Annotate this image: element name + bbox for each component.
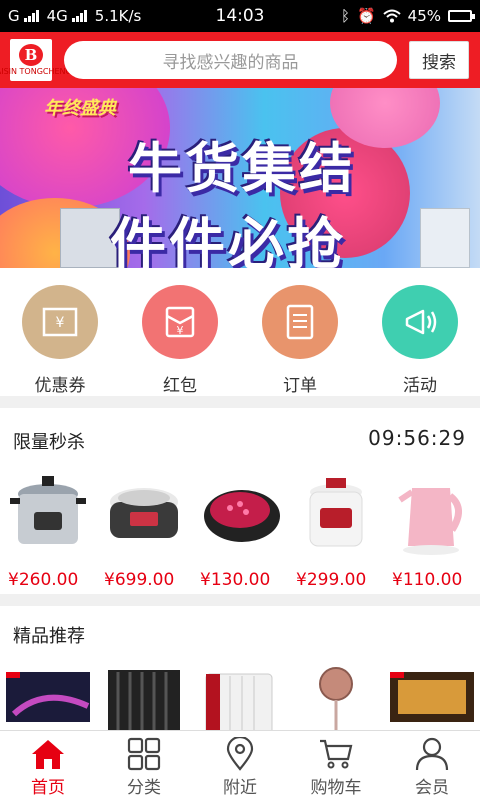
search-button[interactable]: 搜索 bbox=[409, 41, 469, 79]
tab-category[interactable]: 分类 bbox=[96, 731, 192, 800]
product-card[interactable] bbox=[96, 662, 192, 730]
home-icon bbox=[32, 740, 64, 769]
category-shortcuts: ¥ 优惠券 ¥ 红包 订单 活动 bbox=[0, 268, 480, 396]
search-input[interactable]: 寻找感兴趣的商品 bbox=[64, 41, 397, 79]
tab-member[interactable]: 会员 bbox=[384, 731, 480, 800]
tv-icon bbox=[6, 672, 90, 722]
featured-products bbox=[0, 662, 480, 730]
promo-banner[interactable]: 年终盛典 牛货集结 件件必抢 bbox=[0, 88, 480, 268]
oil-heater-icon bbox=[205, 673, 273, 730]
banner-badge: 年终盛典 bbox=[44, 98, 116, 119]
product-price: ¥260.00 bbox=[8, 570, 79, 590]
product-card[interactable] bbox=[384, 662, 480, 730]
product-card[interactable] bbox=[192, 662, 288, 730]
carrier-label: G bbox=[8, 7, 20, 25]
bluetooth-icon: ᛒ bbox=[340, 7, 350, 25]
category-label: 红包 bbox=[163, 376, 197, 396]
category-label: 优惠券 bbox=[34, 376, 86, 396]
pressure-cooker-icon bbox=[10, 476, 86, 544]
flash-sale-products: ¥260.00 ¥699.00 ¥130.00 ¥299.00 ¥110.00 bbox=[0, 458, 480, 594]
category-icon bbox=[127, 737, 161, 771]
category-coupon[interactable]: ¥ 优惠券 bbox=[0, 268, 120, 396]
banner-subheadline: 件件必抢 bbox=[110, 213, 346, 268]
tab-label: 分类 bbox=[127, 778, 161, 798]
logo-mark-icon: B bbox=[19, 44, 43, 66]
signal-icon-2 bbox=[71, 10, 87, 22]
pressure-cooker-icon bbox=[309, 478, 363, 547]
tab-nearby[interactable]: 附近 bbox=[192, 731, 288, 800]
tv-icon bbox=[390, 672, 474, 722]
tab-label: 附近 bbox=[223, 778, 257, 798]
svg-text:¥: ¥ bbox=[177, 324, 184, 337]
tab-home[interactable]: 首页 bbox=[0, 731, 96, 800]
appliance-decoration bbox=[420, 208, 470, 268]
category-label: 活动 bbox=[403, 376, 437, 396]
category-label: 订单 bbox=[283, 376, 317, 396]
battery-percent: 45% bbox=[407, 7, 441, 25]
status-bar: G 4G 5.1K/s 14:03 ᛒ ⏰ 45% bbox=[0, 0, 480, 32]
bottom-tab-bar: 首页 分类 附近 购物车 会员 bbox=[0, 730, 480, 800]
net-speed: 5.1K/s bbox=[94, 7, 142, 25]
product-card[interactable]: ¥130.00 bbox=[192, 458, 288, 594]
electric-griddle-icon bbox=[204, 490, 280, 542]
app-logo[interactable]: B BAISIN TONGCHENG bbox=[0, 39, 72, 81]
tab-label: 购物车 bbox=[310, 778, 362, 798]
tab-label: 会员 bbox=[415, 778, 449, 798]
flash-sale-section: 限量秒杀 09:56:29 ¥260.00 ¥699.00 ¥130.00 ¥2… bbox=[0, 408, 480, 594]
activity-icon bbox=[382, 285, 458, 359]
red-packet-icon: ¥ bbox=[142, 285, 218, 359]
kettle-icon bbox=[398, 488, 462, 555]
heater-icon bbox=[108, 670, 180, 730]
category-activity[interactable]: 活动 bbox=[360, 268, 480, 396]
product-price: ¥130.00 bbox=[200, 570, 271, 590]
category-order[interactable]: 订单 bbox=[240, 268, 360, 396]
product-price: ¥299.00 bbox=[296, 570, 367, 590]
alarm-icon: ⏰ bbox=[356, 7, 376, 25]
network-label: 4G bbox=[46, 7, 68, 25]
product-card[interactable] bbox=[0, 662, 96, 730]
banner-headline: 牛货集结 bbox=[128, 137, 356, 200]
section-title: 精品推荐 bbox=[13, 626, 85, 647]
product-card[interactable]: ¥110.00 bbox=[384, 458, 480, 594]
top-header: B BAISIN TONGCHENG 寻找感兴趣的商品 搜索 bbox=[0, 32, 480, 88]
countdown-timer: 09:56:29 bbox=[368, 426, 466, 450]
cart-icon bbox=[320, 739, 353, 769]
product-card[interactable] bbox=[288, 662, 384, 730]
product-card[interactable]: ¥699.00 bbox=[96, 458, 192, 594]
featured-section: 精品推荐 bbox=[0, 606, 480, 730]
section-title: 限量秒杀 bbox=[13, 432, 85, 453]
tab-label: 首页 bbox=[31, 778, 65, 798]
wifi-icon bbox=[382, 9, 401, 23]
battery-icon bbox=[448, 10, 475, 22]
fan-heater-icon bbox=[319, 667, 353, 730]
signal-icon bbox=[23, 10, 39, 22]
tab-cart[interactable]: 购物车 bbox=[288, 731, 384, 800]
category-red-packet[interactable]: ¥ 红包 bbox=[120, 268, 240, 396]
coupon-icon: ¥ bbox=[22, 285, 98, 359]
member-icon bbox=[415, 737, 449, 771]
product-card[interactable]: ¥260.00 bbox=[0, 458, 96, 594]
rice-cooker-icon bbox=[110, 488, 178, 538]
logo-text: BAISIN TONGCHENG bbox=[0, 67, 72, 76]
product-price: ¥110.00 bbox=[392, 570, 463, 590]
product-price: ¥699.00 bbox=[104, 570, 175, 590]
product-card[interactable]: ¥299.00 bbox=[288, 458, 384, 594]
order-icon bbox=[262, 285, 338, 359]
svg-text:¥: ¥ bbox=[56, 315, 65, 331]
location-icon bbox=[226, 737, 254, 771]
